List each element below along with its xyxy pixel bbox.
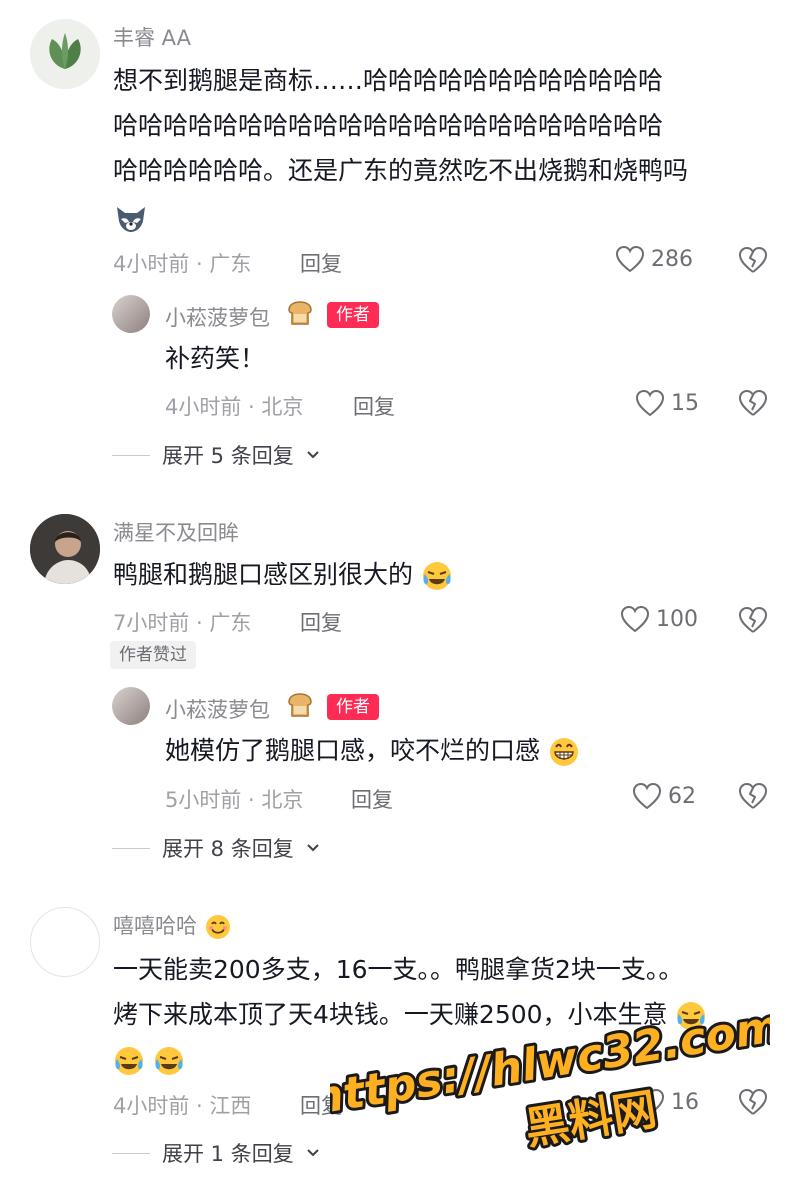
person-avatar-icon: [30, 514, 100, 584]
like-count: 62: [668, 783, 696, 809]
expand-replies-button[interactable]: 展开 5 条回复: [112, 440, 320, 470]
reply-button[interactable]: 回复: [300, 1090, 342, 1120]
divider-line: [112, 847, 150, 849]
avatar[interactable]: [30, 907, 100, 977]
broken-heart-icon: [739, 247, 767, 273]
chevron-down-icon: [307, 451, 319, 459]
reply-username[interactable]: 小菘菠萝包: [165, 302, 270, 332]
comment-2: 满星不及回眸 鸭腿和鹅腿口感区别很大的 7小时前 · 广东 回复 100 作者赞…: [0, 500, 800, 880]
heart-icon: [632, 782, 662, 810]
dislike-button[interactable]: [738, 782, 768, 814]
comment-text: 一天能卖200多支，16一支。。鸭腿拿货2块一支。。 烤下来成本顶了天4块钱。一…: [113, 947, 773, 1082]
comment-text-line: 想不到鹅腿是商标……哈哈哈哈哈哈哈哈哈哈哈哈: [113, 66, 664, 95]
broken-heart-icon: [739, 607, 767, 633]
crying-laugh-emoji: [113, 1045, 153, 1075]
like-count: 16: [671, 1089, 699, 1115]
comment-time-location: 4小时前 · 江西: [113, 1094, 252, 1118]
like-button[interactable]: 286: [615, 245, 693, 273]
like-button[interactable]: 16: [635, 1088, 699, 1116]
author-tag: 作者: [327, 694, 379, 720]
reply-button[interactable]: 回复: [300, 607, 342, 637]
comment-username[interactable]: 嘻嘻哈哈: [113, 910, 232, 941]
reply-text-line: 她模仿了鹅腿口感，咬不烂的口感: [165, 736, 541, 765]
heart-icon: [635, 389, 665, 417]
leaf-avatar-icon: [30, 19, 100, 89]
reply-username[interactable]: 小菘菠萝包: [165, 694, 270, 724]
author-liked-badge: 作者赞过: [110, 641, 196, 669]
smile-emoji: [204, 914, 232, 939]
comment-text-line: 鸭腿和鹅腿口感区别很大的: [113, 560, 414, 589]
reply-button[interactable]: 回复: [353, 391, 395, 421]
comment-3: 嘻嘻哈哈 一天能卖200多支，16一支。。鸭腿拿货2块一支。。 烤下来成本顶了天…: [0, 895, 800, 1182]
broken-heart-icon: [739, 1089, 767, 1115]
username-text: 嘻嘻哈哈: [113, 914, 197, 938]
comment-text-line-wrap: 烤下来成本顶了天4块钱。一天赚2500，小本生意: [113, 992, 773, 1037]
comment-text: 鸭腿和鹅腿口感区别很大的: [113, 552, 773, 597]
wolf-emoji: [113, 193, 773, 238]
expand-replies-label: 展开 1 条回复: [162, 1142, 294, 1166]
dislike-button[interactable]: [738, 246, 768, 278]
chevron-down-icon: [307, 1149, 319, 1157]
crying-laugh-emoji: [675, 1000, 707, 1030]
dislike-button[interactable]: [738, 606, 768, 638]
author-tag: 作者: [327, 302, 379, 328]
chevron-down-icon: [307, 844, 319, 852]
reply-text: 她模仿了鹅腿口感，咬不烂的口感: [165, 728, 765, 773]
reply-avatar[interactable]: [112, 687, 150, 725]
comment-username[interactable]: 满星不及回眸: [113, 517, 239, 547]
comment-1: 丰睿 AA 想不到鹅腿是商标……哈哈哈哈哈哈哈哈哈哈哈哈 哈哈哈哈哈哈哈哈哈哈哈…: [0, 0, 800, 490]
reply-avatar[interactable]: [112, 295, 150, 333]
grin-emoji: [548, 736, 580, 766]
comment-username[interactable]: 丰睿 AA: [113, 22, 191, 52]
comment-time-location: 7小时前 · 广东: [113, 611, 252, 635]
comment-text-line: 哈哈哈哈哈哈。还是广东的竟然吃不出烧鹅和烧鸭吗: [113, 156, 689, 185]
bread-icon: [285, 298, 315, 332]
divider-line: [112, 1152, 150, 1154]
divider-line: [112, 454, 150, 456]
like-count: 286: [651, 246, 693, 272]
dislike-button[interactable]: [738, 389, 768, 421]
bread-icon: [285, 690, 315, 724]
emoji-row: [113, 1037, 773, 1082]
reply-text: 补药笑！: [165, 344, 266, 373]
broken-heart-icon: [739, 390, 767, 416]
heart-icon: [620, 605, 650, 633]
comment-text-line: 烤下来成本顶了天4块钱。一天赚2500，小本生意: [113, 1000, 668, 1029]
avatar[interactable]: [30, 514, 100, 584]
crying-laugh-emoji: [153, 1045, 185, 1075]
expand-replies-label: 展开 5 条回复: [162, 444, 294, 468]
reply-button[interactable]: 回复: [351, 784, 393, 814]
like-count: 15: [671, 390, 699, 416]
comment-time-location: 4小时前 · 广东: [113, 252, 252, 276]
expand-replies-button[interactable]: 展开 8 条回复: [112, 833, 320, 863]
crying-laugh-emoji: [421, 560, 453, 590]
expand-replies-label: 展开 8 条回复: [162, 837, 294, 861]
dislike-button[interactable]: [738, 1088, 768, 1120]
reply-time-location: 5小时前 · 北京: [165, 788, 304, 812]
like-button[interactable]: 15: [635, 389, 699, 417]
like-count: 100: [656, 606, 698, 632]
comment-text: 想不到鹅腿是商标……哈哈哈哈哈哈哈哈哈哈哈哈 哈哈哈哈哈哈哈哈哈哈哈哈哈哈哈哈哈…: [113, 58, 773, 238]
avatar[interactable]: [30, 19, 100, 89]
like-button[interactable]: 62: [632, 782, 696, 810]
comment-text-line: 一天能卖200多支，16一支。。鸭腿拿货2块一支。。: [113, 955, 684, 984]
broken-heart-icon: [739, 783, 767, 809]
reply-time-location: 4小时前 · 北京: [165, 395, 304, 419]
reply-button[interactable]: 回复: [300, 248, 342, 278]
like-button[interactable]: 100: [620, 605, 698, 633]
heart-icon: [635, 1088, 665, 1116]
comment-text-line: 哈哈哈哈哈哈哈哈哈哈哈哈哈哈哈哈哈哈哈哈哈哈: [113, 111, 664, 140]
heart-icon: [615, 245, 645, 273]
expand-replies-button[interactable]: 展开 1 条回复: [112, 1138, 320, 1168]
